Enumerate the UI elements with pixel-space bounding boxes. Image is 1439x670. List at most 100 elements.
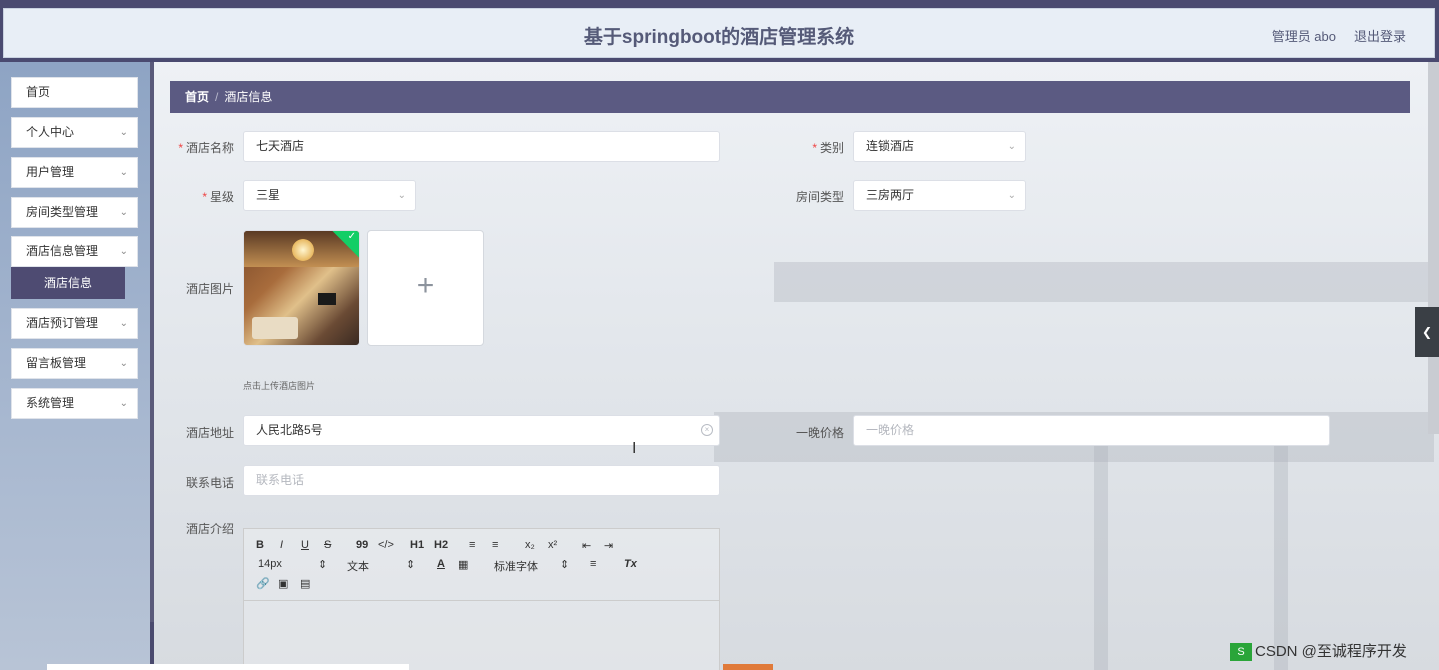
- sidebar-item-hotel-info-management[interactable]: 酒店信息管理 ⌄: [11, 236, 138, 267]
- breadcrumb: 首页 / 酒店信息: [170, 81, 1410, 113]
- font-family-select[interactable]: 标准字体: [494, 558, 538, 574]
- chevron-updown-icon: ⇕: [560, 559, 570, 571]
- phone-label: 联系电话: [185, 476, 234, 490]
- category-label: * 类别: [812, 141, 844, 155]
- align-icon[interactable]: ≡: [590, 558, 596, 570]
- category-value: 连锁酒店: [866, 139, 915, 153]
- uploaded-hotel-image[interactable]: ✓: [243, 230, 360, 346]
- sidebar-subitem-hotel-info[interactable]: 酒店信息: [11, 267, 125, 299]
- app-title: 基于springboot的酒店管理系统: [583, 27, 855, 48]
- breadcrumb-home[interactable]: 首页: [185, 90, 209, 104]
- phone-input[interactable]: 联系电话: [243, 465, 720, 496]
- check-icon: ✓: [347, 231, 356, 242]
- sidebar-item-label: 个人中心: [26, 125, 75, 139]
- breadcrumb-current: 酒店信息: [224, 90, 273, 104]
- address-input[interactable]: 人民北路5号 ×: [243, 415, 720, 446]
- required-mark: *: [812, 141, 817, 155]
- video-icon[interactable]: ▤: [300, 577, 310, 590]
- plus-icon: +: [416, 269, 435, 302]
- h1-button[interactable]: H1: [410, 539, 424, 551]
- sidebar-item-label: 房间类型管理: [26, 205, 99, 219]
- indent-button[interactable]: ⇥: [604, 539, 613, 552]
- clear-format-button[interactable]: Tx: [624, 558, 637, 570]
- main-scrollbar[interactable]: [1428, 62, 1439, 434]
- chevron-updown-icon: ⇕: [318, 559, 328, 571]
- clear-icon[interactable]: ×: [701, 424, 713, 436]
- upload-hint: 点击上传酒店图片: [243, 381, 316, 391]
- sidebar-item-message-board-management[interactable]: 留言板管理 ⌄: [11, 348, 138, 379]
- image-upload-button[interactable]: +: [367, 230, 484, 346]
- rich-text-editor[interactable]: B I U S 99 </> H1 H2 ≡ ≡ x₂ x² ⇤ ⇥ 14px …: [243, 528, 720, 670]
- background-decoration: [1094, 442, 1108, 670]
- background-decoration: [1274, 442, 1288, 670]
- underline-button[interactable]: U: [301, 539, 309, 551]
- blockquote-button[interactable]: 99: [356, 539, 368, 551]
- star-level-label: * 星级: [202, 190, 234, 204]
- chevron-down-icon: ⌄: [119, 398, 128, 409]
- watermark-logo: S: [1230, 643, 1252, 662]
- chevron-down-icon: ⌄: [1007, 141, 1016, 152]
- address-value: 人民北路5号: [256, 423, 323, 437]
- strike-button[interactable]: S: [324, 539, 331, 551]
- price-label: 一晚价格: [795, 426, 844, 440]
- link-icon[interactable]: 🔗: [256, 577, 270, 590]
- font-color-icon[interactable]: A: [437, 558, 445, 570]
- hotel-name-input[interactable]: 七天酒店: [243, 131, 720, 162]
- logout-link[interactable]: 退出登录: [1354, 26, 1406, 45]
- image-light: [292, 239, 314, 261]
- star-level-value: 三星: [256, 188, 281, 202]
- background-color-icon[interactable]: ▦: [458, 558, 468, 571]
- chevron-down-icon: ⌄: [397, 190, 406, 201]
- chevron-down-icon: ⌄: [1007, 190, 1016, 201]
- sidebar-item-system-management[interactable]: 系统管理 ⌄: [11, 388, 138, 419]
- sidebar-item-label: 酒店预订管理: [26, 316, 99, 330]
- image-icon[interactable]: ▣: [278, 577, 288, 590]
- required-mark: *: [202, 190, 207, 204]
- outdent-button[interactable]: ⇤: [582, 539, 591, 552]
- price-input[interactable]: 一晚价格: [853, 415, 1330, 446]
- chevron-down-icon: ⌄: [119, 318, 128, 329]
- subscript-button[interactable]: x₂: [525, 539, 535, 551]
- sidebar-item-room-type-management[interactable]: 房间类型管理 ⌄: [11, 197, 138, 228]
- room-type-select[interactable]: 三房两厅 ⌄: [853, 180, 1026, 211]
- h2-button[interactable]: H2: [434, 539, 448, 551]
- hotel-image-label: 酒店图片: [185, 282, 234, 296]
- sidebar-item-user-management[interactable]: 用户管理 ⌄: [11, 157, 138, 188]
- bold-button[interactable]: B: [256, 539, 264, 551]
- category-select[interactable]: 连锁酒店 ⌄: [853, 131, 1026, 162]
- image-sofa: [252, 317, 298, 339]
- chevron-left-icon[interactable]: ❮: [1415, 307, 1439, 357]
- sidebar-item-label: 首页: [26, 85, 51, 99]
- background-decoration: [774, 262, 1434, 302]
- bullet-list-button[interactable]: ≡: [492, 539, 498, 551]
- ordered-list-button[interactable]: ≡: [469, 539, 475, 551]
- room-type-value: 三房两厅: [866, 188, 915, 202]
- star-level-select[interactable]: 三星 ⌄: [243, 180, 416, 211]
- chevron-down-icon: ⌄: [119, 127, 128, 138]
- chevron-down-icon: ⌄: [119, 167, 128, 178]
- hotel-name-label: * 酒店名称: [178, 141, 234, 155]
- sidebar-item-home[interactable]: 首页: [11, 77, 138, 108]
- text-cursor-icon: I: [632, 440, 637, 457]
- italic-button[interactable]: I: [280, 539, 283, 551]
- chevron-up-icon: ⌄: [119, 246, 128, 257]
- code-button[interactable]: </>: [378, 539, 394, 551]
- breadcrumb-separator: /: [215, 90, 219, 104]
- chevron-down-icon: ⌄: [119, 207, 128, 218]
- sidebar-item-label: 留言板管理: [26, 356, 87, 370]
- intro-label: 酒店介绍: [185, 522, 234, 536]
- watermark: S CSDN @至诚程序开发: [1230, 640, 1407, 662]
- sidebar-item-personal-center[interactable]: 个人中心 ⌄: [11, 117, 138, 148]
- editor-toolbar: B I U S 99 </> H1 H2 ≡ ≡ x₂ x² ⇤ ⇥ 14px …: [244, 529, 719, 601]
- taskbar-accent: [723, 664, 773, 670]
- required-mark: *: [178, 141, 183, 155]
- chevron-down-icon: ⌄: [119, 358, 128, 369]
- text-type-select[interactable]: 文本: [347, 558, 369, 574]
- font-size-select[interactable]: 14px: [258, 558, 282, 570]
- sidebar-item-label: 酒店信息管理: [26, 244, 99, 258]
- sidebar-item-hotel-booking-management[interactable]: 酒店预订管理 ⌄: [11, 308, 138, 339]
- sidebar-item-label: 用户管理: [26, 165, 75, 179]
- superscript-button[interactable]: x²: [548, 539, 557, 551]
- room-type-label: 房间类型: [795, 190, 844, 204]
- sidebar-item-label: 系统管理: [26, 396, 75, 410]
